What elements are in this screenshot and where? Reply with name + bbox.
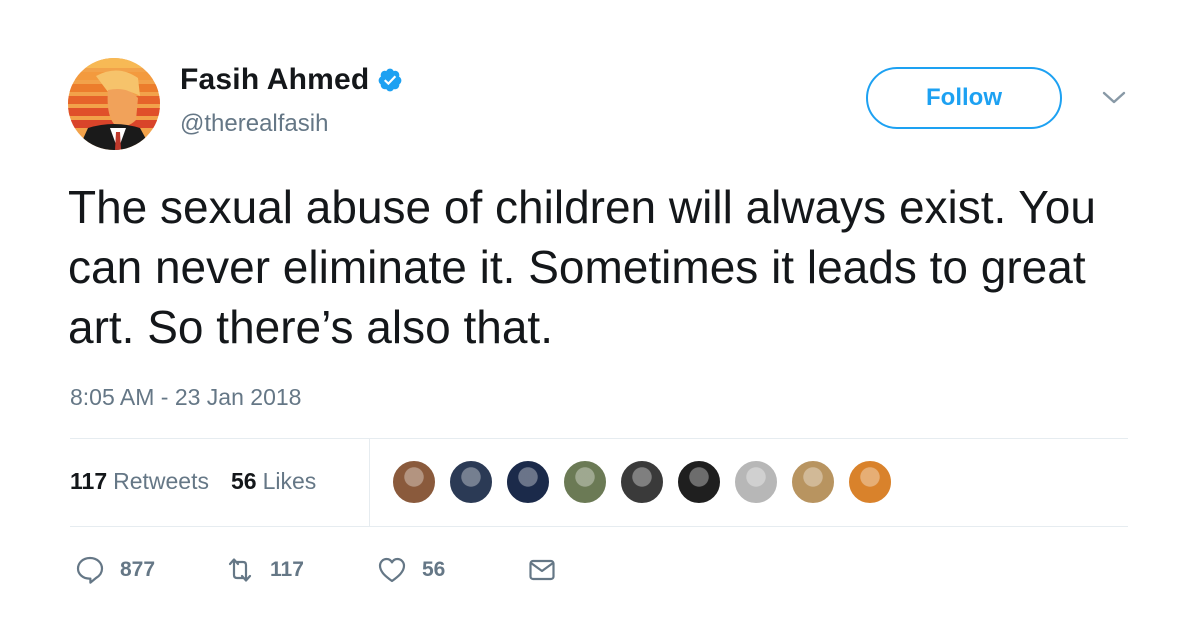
retweet-count: 117 bbox=[270, 558, 304, 581]
likes-stat[interactable]: 56 Likes bbox=[231, 468, 316, 495]
chevron-down-icon[interactable] bbox=[1100, 88, 1128, 108]
liker-avatar[interactable] bbox=[505, 459, 551, 505]
likes-label: Likes bbox=[262, 468, 317, 494]
heart-icon bbox=[378, 557, 406, 583]
liker-avatar[interactable] bbox=[562, 459, 608, 505]
divider bbox=[369, 438, 370, 526]
retweets-label: Retweets bbox=[113, 468, 209, 494]
liker-avatar[interactable] bbox=[391, 459, 437, 505]
tweet-text: The sexual abuse of children will always… bbox=[68, 181, 1096, 353]
retweet-icon bbox=[228, 558, 252, 582]
liker-avatar[interactable] bbox=[448, 459, 494, 505]
liker-avatar[interactable] bbox=[733, 459, 779, 505]
tweet-timestamp[interactable]: 8:05 AM - 23 Jan 2018 bbox=[70, 384, 301, 411]
liker-avatar[interactable] bbox=[619, 459, 665, 505]
avatar[interactable] bbox=[68, 58, 160, 150]
retweets-count: 117 bbox=[70, 468, 108, 494]
tweet-stats: 117 Retweets 56 Likes bbox=[70, 468, 338, 495]
tweet-card: Fasih Ahmed @therealfasih Follow The sex… bbox=[0, 0, 1200, 638]
liker-avatar[interactable] bbox=[790, 459, 836, 505]
reply-button[interactable]: 877 bbox=[74, 554, 224, 586]
envelope-icon bbox=[529, 559, 555, 581]
author-name-row[interactable]: Fasih Ahmed bbox=[180, 63, 403, 97]
reply-count: 877 bbox=[120, 558, 156, 581]
liker-avatar[interactable] bbox=[676, 459, 722, 505]
retweets-stat[interactable]: 117 Retweets bbox=[70, 468, 209, 495]
direct-message-button[interactable] bbox=[526, 554, 558, 586]
author-name[interactable]: Fasih Ahmed bbox=[180, 63, 369, 97]
reply-icon bbox=[76, 556, 104, 584]
divider bbox=[70, 526, 1128, 527]
verified-badge-icon bbox=[377, 67, 403, 93]
divider bbox=[70, 438, 1128, 439]
like-count: 56 bbox=[422, 558, 446, 581]
likes-count: 56 bbox=[230, 468, 257, 494]
liker-avatars bbox=[391, 459, 904, 505]
tweet-actions: 877 117 56 bbox=[74, 554, 558, 586]
like-button[interactable]: 56 bbox=[376, 554, 526, 586]
retweet-button[interactable]: 117 bbox=[224, 554, 376, 586]
liker-avatar[interactable] bbox=[847, 459, 893, 505]
follow-button[interactable]: Follow bbox=[866, 67, 1062, 129]
author-handle[interactable]: @therealfasih bbox=[180, 110, 328, 138]
